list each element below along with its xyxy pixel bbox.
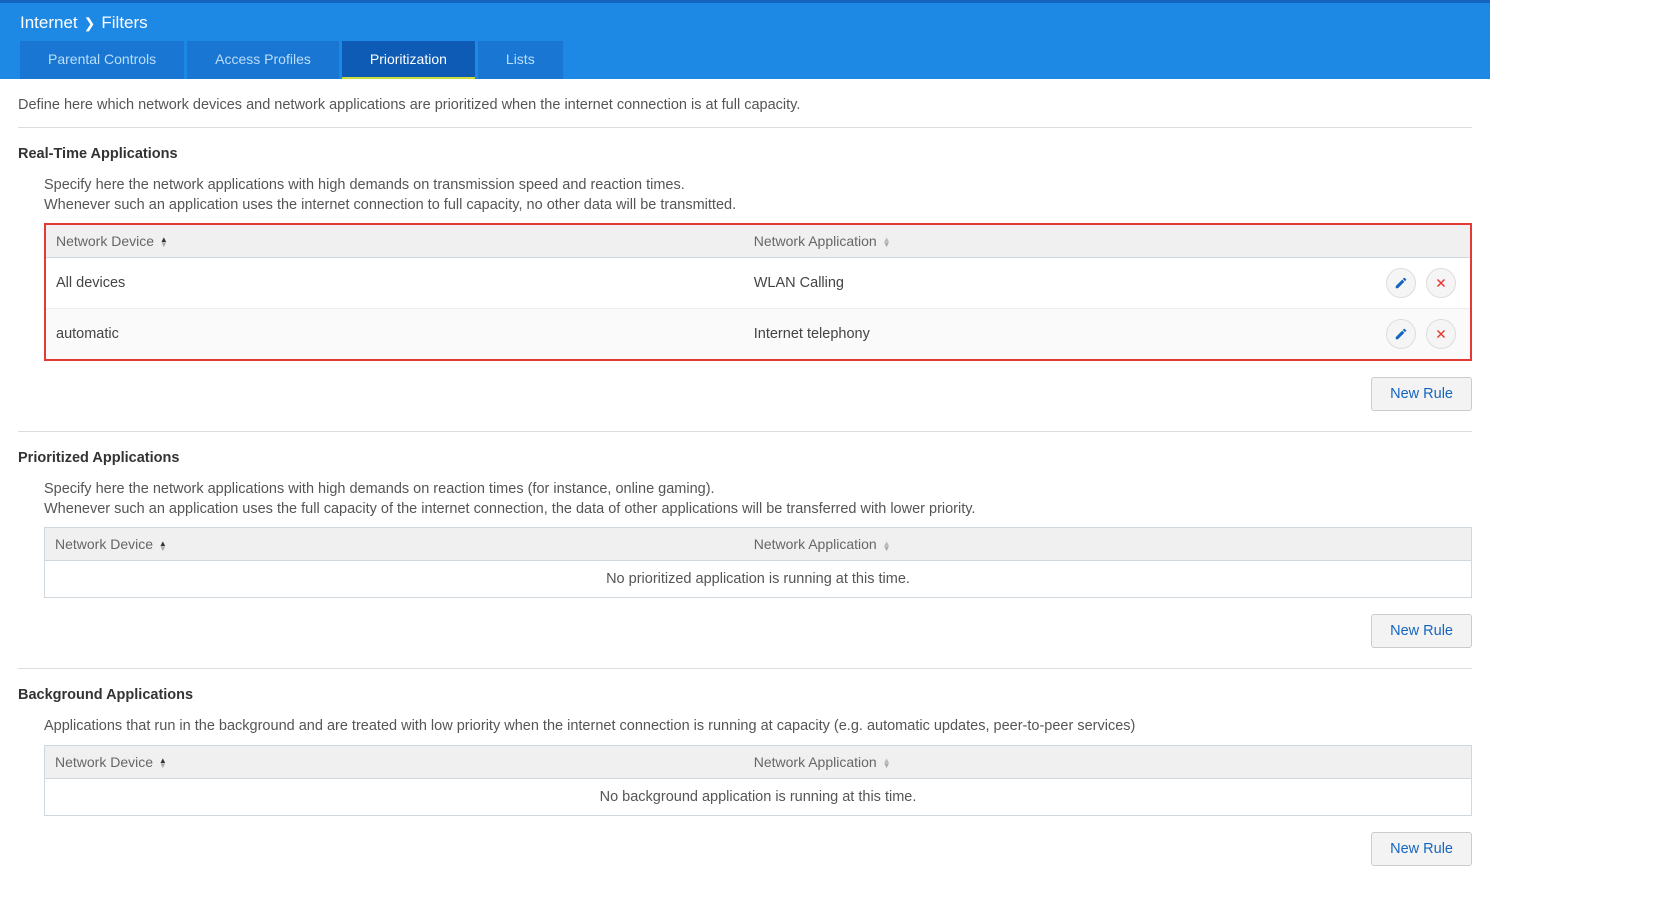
page-intro: Define here which network devices and ne…: [18, 97, 1472, 127]
delete-button[interactable]: [1426, 268, 1456, 298]
chevron-right-icon: ❯: [84, 15, 96, 32]
realtime-table: Network Device ▲▼ Network Application ▲▼…: [44, 223, 1472, 361]
empty-message: No prioritized application is running at…: [45, 561, 1471, 598]
sort-icon: ▲▼: [159, 758, 167, 768]
sort-icon: ▲▼: [160, 237, 168, 247]
close-icon: [1434, 327, 1448, 341]
col-device[interactable]: Network Device ▲▼: [45, 528, 744, 561]
prioritized-desc: Specify here the network applications wi…: [44, 480, 1472, 519]
empty-row: No prioritized application is running at…: [45, 561, 1471, 598]
new-rule-button[interactable]: New Rule: [1371, 614, 1472, 648]
sort-icon: ▲▼: [159, 541, 167, 551]
new-rule-button[interactable]: New Rule: [1371, 377, 1472, 411]
background-title: Background Applications: [18, 687, 1472, 703]
sort-icon: ▲▼: [883, 541, 891, 551]
divider: [18, 668, 1472, 669]
col-app[interactable]: Network Application ▲▼: [744, 528, 1343, 561]
col-device[interactable]: Network Device ▲▼: [46, 225, 744, 258]
close-icon: [1434, 276, 1448, 290]
cell-device: automatic: [46, 309, 744, 360]
col-app[interactable]: Network Application ▲▼: [744, 225, 1342, 258]
breadcrumb-current: Filters: [101, 13, 147, 33]
delete-button[interactable]: [1426, 319, 1456, 349]
background-desc: Applications that run in the background …: [44, 717, 1472, 737]
col-actions: [1343, 746, 1471, 779]
breadcrumb-parent[interactable]: Internet: [20, 13, 78, 33]
sort-icon: ▲▼: [883, 237, 891, 247]
cell-device: All devices: [46, 258, 744, 309]
empty-message: No background application is running at …: [45, 778, 1471, 815]
tab-prioritization[interactable]: Prioritization: [342, 41, 475, 79]
edit-button[interactable]: [1386, 268, 1416, 298]
table-row: automatic Internet telephony: [46, 309, 1470, 360]
divider: [18, 431, 1472, 432]
divider: [18, 127, 1472, 128]
col-device[interactable]: Network Device ▲▼: [45, 746, 744, 779]
pencil-icon: [1394, 327, 1408, 341]
realtime-title: Real-Time Applications: [18, 146, 1472, 162]
cell-app: Internet telephony: [744, 309, 1342, 360]
col-actions: [1342, 225, 1470, 258]
col-app[interactable]: Network Application ▲▼: [744, 746, 1343, 779]
table-row: All devices WLAN Calling: [46, 258, 1470, 309]
realtime-desc: Specify here the network applications wi…: [44, 176, 1472, 215]
empty-row: No background application is running at …: [45, 778, 1471, 815]
cell-app: WLAN Calling: [744, 258, 1342, 309]
col-actions: [1343, 528, 1471, 561]
tab-parental-controls[interactable]: Parental Controls: [20, 41, 184, 79]
prioritized-title: Prioritized Applications: [18, 450, 1472, 466]
background-table: Network Device ▲▼ Network Application ▲▼…: [44, 745, 1472, 816]
help-icon[interactable]: ?: [1611, 18, 1633, 40]
new-rule-button[interactable]: New Rule: [1371, 832, 1472, 866]
edit-button[interactable]: [1386, 319, 1416, 349]
tabs: Parental Controls Access Profiles Priori…: [0, 41, 1490, 79]
pencil-icon: [1394, 276, 1408, 290]
sort-icon: ▲▼: [883, 758, 891, 768]
tab-access-profiles[interactable]: Access Profiles: [187, 41, 339, 79]
tab-lists[interactable]: Lists: [478, 41, 563, 79]
prioritized-table: Network Device ▲▼ Network Application ▲▼…: [44, 527, 1472, 598]
breadcrumb: Internet ❯ Filters: [0, 3, 1490, 41]
